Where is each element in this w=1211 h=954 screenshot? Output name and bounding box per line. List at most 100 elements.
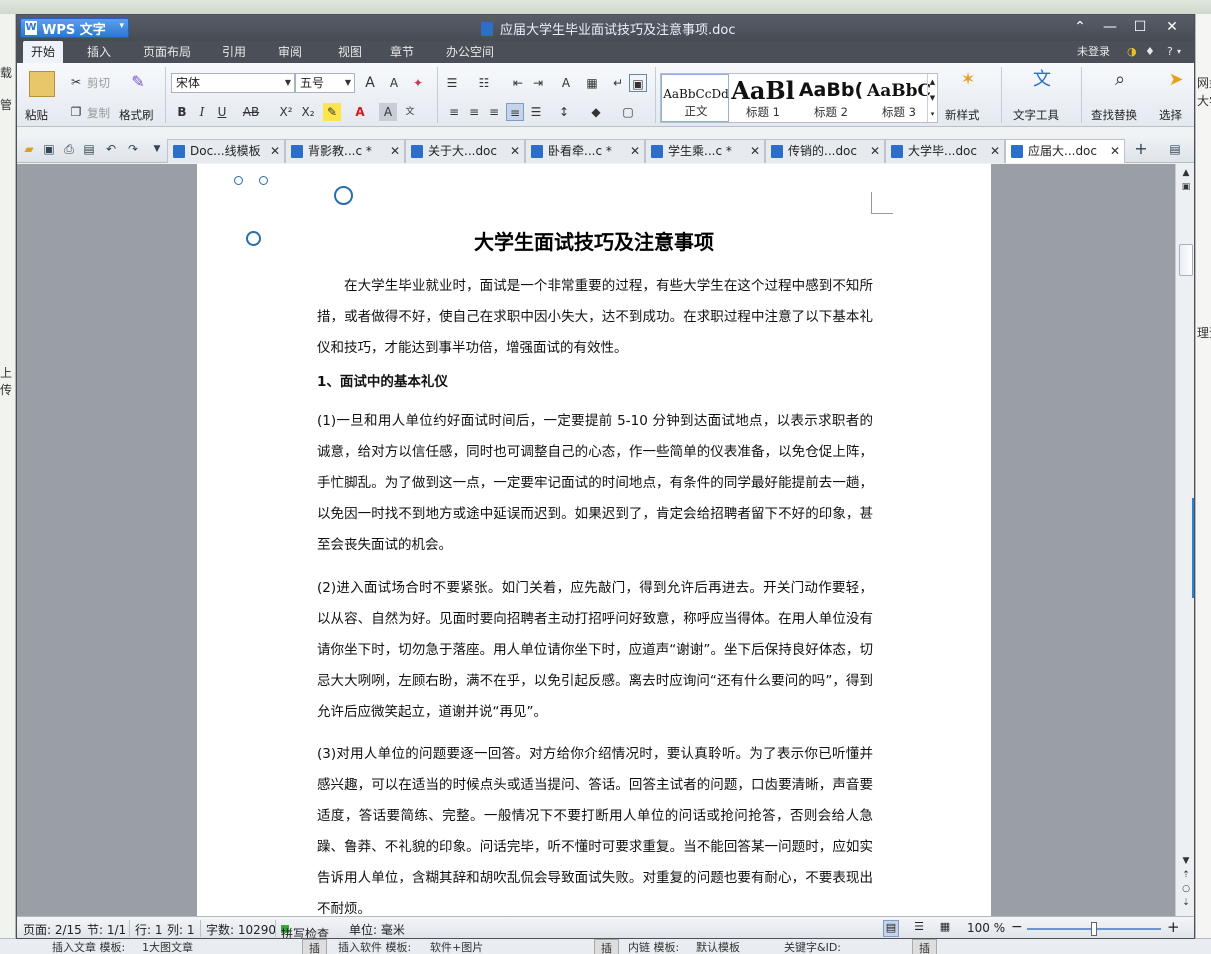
new-style-button[interactable]: 新样式 bbox=[945, 107, 980, 123]
wps-app-menu-button[interactable]: W WPS 文字 ▾ bbox=[20, 18, 129, 38]
font-size-select[interactable]: 五号 ▼ bbox=[295, 73, 355, 93]
table-icon[interactable]: ▦ bbox=[583, 74, 601, 92]
prev-page-icon[interactable]: ⇡ bbox=[1179, 870, 1193, 880]
distributed-icon[interactable]: ☰ bbox=[527, 103, 545, 121]
ribbon-collapse-button[interactable]: ⌃ bbox=[1069, 17, 1091, 37]
font-color-icon[interactable]: A bbox=[351, 103, 369, 121]
tab-review[interactable]: 审阅 bbox=[270, 41, 310, 63]
close-icon[interactable]: ✕ bbox=[270, 140, 280, 162]
char-shading-icon[interactable]: A bbox=[379, 103, 397, 121]
strikethrough-button[interactable]: AB bbox=[239, 103, 263, 121]
text-direction-icon[interactable]: A bbox=[557, 74, 575, 92]
side-panel-handle[interactable] bbox=[1192, 498, 1194, 598]
close-icon[interactable]: ✕ bbox=[870, 140, 880, 162]
binoculars-icon[interactable]: ⌕ bbox=[1111, 71, 1129, 89]
new-style-icon[interactable]: ✶ bbox=[959, 71, 977, 89]
decrease-indent-icon[interactable]: ⇤ bbox=[509, 74, 527, 92]
print-icon[interactable]: ⎙ bbox=[61, 141, 77, 157]
zoom-in-button[interactable]: + bbox=[1167, 918, 1180, 936]
tab-insert[interactable]: 插入 bbox=[79, 41, 119, 63]
doc-tab[interactable]: Doc...线模板 ✕ bbox=[167, 139, 285, 163]
show-hide-icon[interactable]: ▣ bbox=[629, 74, 647, 92]
scroll-up-icon[interactable]: ▲ bbox=[1179, 168, 1193, 178]
print-preview-icon[interactable]: ▤ bbox=[81, 141, 97, 157]
redo-icon[interactable]: ↷ bbox=[125, 141, 141, 157]
shading-icon[interactable]: ◆ bbox=[587, 103, 605, 121]
paste-button[interactable]: 粘贴 bbox=[25, 107, 48, 123]
minimize-button[interactable]: — bbox=[1099, 17, 1121, 37]
style-heading-2[interactable]: AaBb( 标题 2 bbox=[797, 74, 865, 122]
maximize-button[interactable]: ☐ bbox=[1129, 17, 1151, 37]
close-icon[interactable]: ✕ bbox=[630, 140, 640, 162]
highlight-icon[interactable]: ✎ bbox=[323, 103, 341, 121]
copy-button[interactable]: 复制 bbox=[87, 105, 110, 121]
align-right-icon[interactable]: ≡ bbox=[485, 103, 503, 121]
tab-page-layout[interactable]: 页面布局 bbox=[135, 41, 199, 63]
tab-chapter[interactable]: 章节 bbox=[382, 41, 422, 63]
text-tools-button[interactable]: 文字工具 bbox=[1013, 107, 1059, 123]
chevron-down-icon[interactable]: ▾ bbox=[1177, 41, 1181, 63]
status-unit[interactable]: 单位: 毫米 bbox=[349, 921, 405, 938]
superscript-button[interactable]: X² bbox=[275, 103, 297, 121]
tab-home[interactable]: 开始 bbox=[23, 41, 64, 63]
format-painter-icon[interactable]: ✎ bbox=[129, 73, 147, 91]
style-normal[interactable]: AaBbCcDd 正文 bbox=[661, 74, 729, 122]
shirt-icon[interactable]: ♦ bbox=[1145, 41, 1155, 63]
style-heading-1[interactable]: AaBl 标题 1 bbox=[729, 74, 797, 122]
close-icon[interactable]: ✕ bbox=[390, 140, 400, 162]
style-heading-3[interactable]: AaBbC 标题 3 bbox=[865, 74, 933, 122]
format-painter-button[interactable]: 格式刷 bbox=[119, 107, 154, 123]
font-name-select[interactable]: 宋体 ▼ bbox=[171, 73, 295, 93]
justify-icon[interactable]: ≡ bbox=[506, 103, 524, 121]
scroll-top-icon[interactable]: ▣ bbox=[1179, 182, 1193, 192]
styles-scroll[interactable]: ▲ ▼ ▾ bbox=[927, 74, 937, 122]
close-button[interactable]: ✕ bbox=[1161, 17, 1183, 37]
paste-icon[interactable] bbox=[29, 71, 55, 97]
tab-view[interactable]: 视图 bbox=[330, 41, 370, 63]
bold-button[interactable]: B bbox=[173, 103, 191, 121]
tab-list-icon[interactable]: ▤ bbox=[1167, 141, 1183, 157]
close-icon[interactable]: ✕ bbox=[1110, 140, 1120, 162]
skin-icon[interactable]: ◑ bbox=[1127, 41, 1137, 63]
borders-icon[interactable]: ▢ bbox=[619, 103, 637, 121]
scroll-thumb[interactable] bbox=[1179, 244, 1193, 276]
page-view-icon[interactable]: ▤ bbox=[883, 920, 899, 937]
close-icon[interactable]: ✕ bbox=[750, 140, 760, 162]
paragraph-mark-icon[interactable]: ↵ bbox=[609, 74, 627, 92]
close-icon[interactable]: ✕ bbox=[510, 140, 520, 162]
status-page[interactable]: 页面: 2/15 bbox=[23, 921, 82, 938]
save-icon[interactable]: ▣ bbox=[41, 141, 57, 157]
scissors-icon[interactable]: ✂ bbox=[67, 73, 85, 91]
doc-tab[interactable]: 关于大...doc ✕ bbox=[405, 139, 525, 163]
doc-tab[interactable]: 卧看牵...c * ✕ bbox=[525, 139, 645, 163]
next-page-icon[interactable]: ⇣ bbox=[1179, 898, 1193, 908]
subscript-button[interactable]: X₂ bbox=[297, 103, 319, 121]
grow-font-icon[interactable]: A bbox=[361, 74, 379, 92]
doc-tab[interactable]: 传销的...doc ✕ bbox=[765, 139, 885, 163]
zoom-out-button[interactable]: − bbox=[1011, 919, 1023, 935]
numbered-list-icon[interactable]: ☷ bbox=[475, 74, 493, 92]
bullet-list-icon[interactable]: ☰ bbox=[443, 74, 461, 92]
align-center-icon[interactable]: ≡ bbox=[465, 103, 483, 121]
chevron-down-icon[interactable]: ▼ bbox=[149, 141, 165, 157]
select-browse-icon[interactable]: ○ bbox=[1179, 884, 1193, 894]
tab-office-space[interactable]: 办公空间 bbox=[438, 41, 502, 63]
phonetic-guide-icon[interactable]: 文 bbox=[401, 103, 419, 121]
open-folder-icon[interactable]: ▰ bbox=[21, 141, 37, 157]
shrink-font-icon[interactable]: A bbox=[385, 74, 403, 92]
text-tools-icon[interactable]: 文 bbox=[1033, 71, 1051, 89]
cursor-icon[interactable]: ➤ bbox=[1167, 71, 1185, 89]
find-replace-button[interactable]: 查找替换 bbox=[1091, 107, 1137, 123]
select-button[interactable]: 选择 bbox=[1159, 107, 1182, 123]
increase-indent-icon[interactable]: ⇥ bbox=[529, 74, 547, 92]
zoom-slider-thumb[interactable] bbox=[1091, 922, 1097, 936]
scroll-down-icon[interactable]: ▼ bbox=[1179, 856, 1193, 866]
undo-icon[interactable]: ↶ bbox=[103, 141, 119, 157]
doc-tab[interactable]: 大学毕...doc ✕ bbox=[885, 139, 1005, 163]
copy-icon[interactable]: ❐ bbox=[67, 103, 85, 121]
tab-references[interactable]: 引用 bbox=[214, 41, 254, 63]
login-status[interactable]: 未登录 bbox=[1077, 41, 1110, 63]
outline-view-icon[interactable]: ☰ bbox=[911, 920, 927, 937]
doc-tab-active[interactable]: 应届大...doc ✕ bbox=[1005, 139, 1125, 163]
align-left-icon[interactable]: ≡ bbox=[445, 103, 463, 121]
